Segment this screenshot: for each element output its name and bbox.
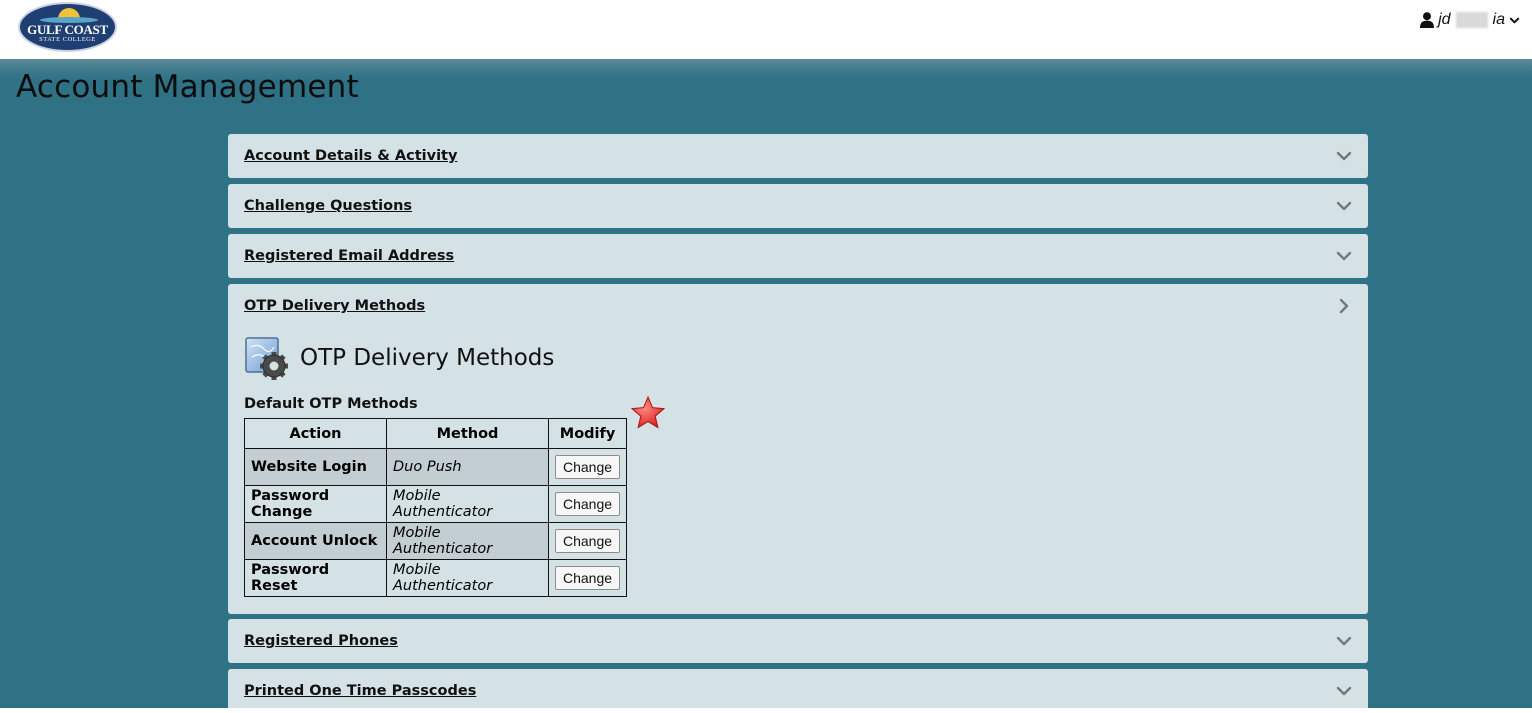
section-challenge-questions: Challenge Questions	[228, 184, 1368, 228]
chevron-down-icon	[1336, 151, 1352, 161]
section-registered-email: Registered Email Address	[228, 234, 1368, 278]
username-start: jd	[1438, 11, 1451, 28]
section-link-printed-passcodes[interactable]: Printed One Time Passcodes	[244, 683, 476, 699]
row-modify-cell: Change	[547, 485, 628, 523]
row-modify-cell: Change	[547, 522, 628, 560]
settings-gear-icon	[245, 337, 288, 380]
user-menu[interactable]: jd ia	[1420, 10, 1520, 30]
chevron-down-icon	[1336, 636, 1352, 646]
section-link-registered-phones[interactable]: Registered Phones	[244, 633, 398, 649]
section-printed-passcodes: Printed One Time Passcodes	[228, 669, 1368, 708]
section-link-registered-email[interactable]: Registered Email Address	[244, 248, 454, 264]
row-action: Password Change	[244, 485, 387, 523]
row-method: Mobile Authenticator	[386, 485, 549, 523]
otp-title-row: OTP Delivery Methods	[244, 332, 1352, 384]
logo-text-line2: STATE COLLEGE	[39, 36, 96, 43]
chevron-down-icon	[1336, 251, 1352, 261]
chevron-down-icon	[1509, 15, 1520, 26]
column-header-method: Method	[386, 418, 549, 449]
otp-methods-table: Action Method Modify Website Login Duo P…	[244, 418, 628, 597]
page-title: Account Management	[16, 69, 359, 105]
change-password-reset-button[interactable]: Change	[555, 566, 621, 590]
username-end: ia	[1492, 11, 1505, 28]
chevron-down-icon	[1336, 686, 1352, 696]
otp-title: OTP Delivery Methods	[300, 345, 555, 371]
section-account-details: Account Details & Activity	[228, 134, 1368, 178]
row-modify-cell: Change	[547, 559, 628, 597]
column-header-modify: Modify	[547, 418, 628, 449]
username-redacted	[1455, 12, 1488, 28]
table-row: Password Reset Mobile Authenticator Chan…	[244, 559, 628, 597]
top-bar: GULF COAST STATE COLLEGE jd ia	[0, 0, 1532, 59]
section-header[interactable]: Registered Phones	[228, 619, 1368, 663]
section-header[interactable]: Challenge Questions	[228, 184, 1368, 228]
row-modify-cell: Change	[547, 448, 628, 486]
section-link-otp-delivery-methods[interactable]: OTP Delivery Methods	[244, 298, 425, 314]
otp-section-body: OTP Delivery Methods Default OTP Methods…	[228, 332, 1368, 609]
table-row: Password Change Mobile Authenticator Cha…	[244, 485, 628, 523]
section-header[interactable]: Registered Email Address	[228, 234, 1368, 278]
user-icon	[1420, 12, 1435, 28]
college-logo[interactable]: GULF COAST STATE COLLEGE	[18, 2, 117, 52]
row-method: Mobile Authenticator	[386, 522, 549, 560]
section-header[interactable]: OTP Delivery Methods	[228, 284, 1368, 328]
row-action: Account Unlock	[244, 522, 387, 560]
row-action: Password Reset	[244, 559, 387, 597]
change-password-change-button[interactable]: Change	[555, 492, 621, 516]
row-method: Duo Push	[386, 448, 549, 486]
table-row: Account Unlock Mobile Authenticator Chan…	[244, 522, 628, 560]
chevron-right-icon	[1339, 298, 1349, 314]
table-header-row: Action Method Modify	[244, 418, 628, 449]
row-method: Mobile Authenticator	[386, 559, 549, 597]
row-action: Website Login	[244, 448, 387, 486]
column-header-action: Action	[244, 418, 387, 449]
otp-subtitle: Default OTP Methods	[244, 396, 418, 412]
table-row: Website Login Duo Push Change	[244, 448, 628, 486]
section-otp-delivery-methods: OTP Delivery Methods OTP Delivery Method…	[228, 284, 1368, 614]
section-registered-phones: Registered Phones	[228, 619, 1368, 663]
star-highlight-icon	[630, 395, 666, 429]
change-account-unlock-button[interactable]: Change	[555, 529, 621, 553]
section-header[interactable]: Account Details & Activity	[228, 134, 1368, 178]
section-link-account-details[interactable]: Account Details & Activity	[244, 148, 457, 164]
chevron-down-icon	[1336, 201, 1352, 211]
section-header[interactable]: Printed One Time Passcodes	[228, 669, 1368, 713]
section-link-challenge-questions[interactable]: Challenge Questions	[244, 198, 412, 214]
change-website-login-button[interactable]: Change	[555, 455, 621, 479]
